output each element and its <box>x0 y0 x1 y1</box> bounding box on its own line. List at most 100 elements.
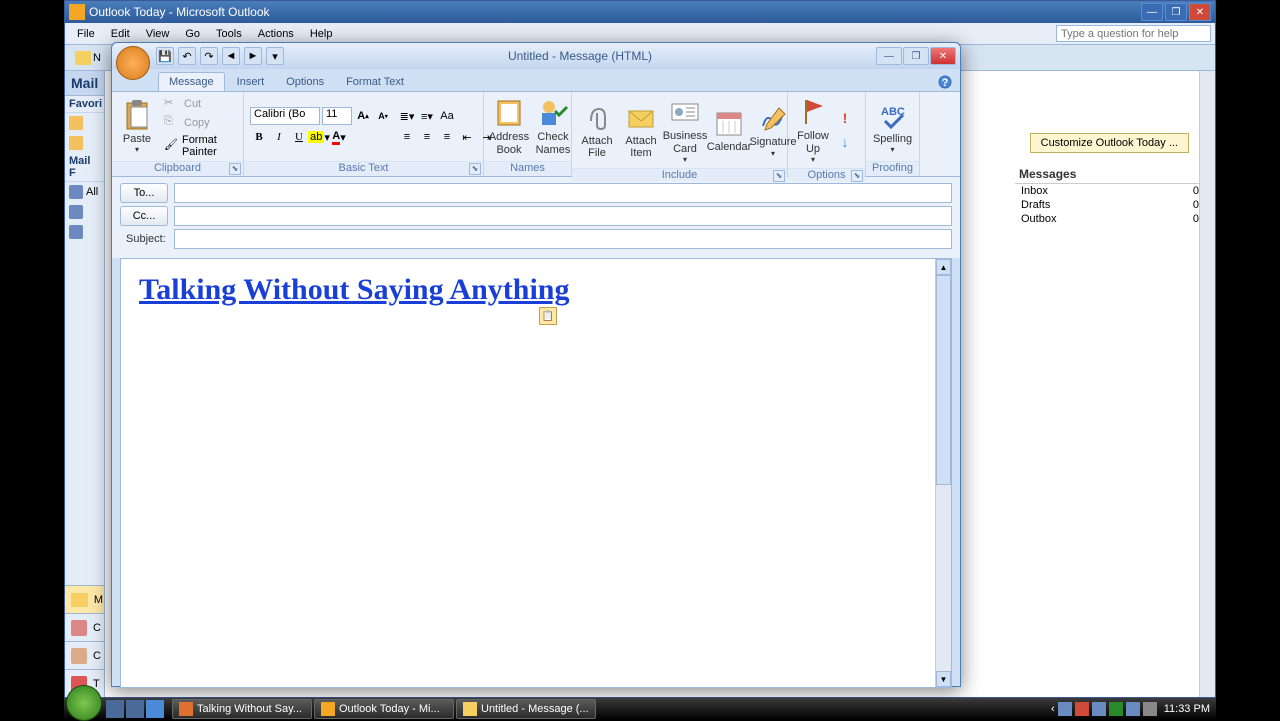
nav-folder-item[interactable] <box>65 222 104 242</box>
new-button[interactable]: N <box>69 49 107 67</box>
taskbar-clock[interactable]: 11:33 PM <box>1164 703 1210 715</box>
menu-tools[interactable]: Tools <box>208 25 250 43</box>
body-scrollbar[interactable]: ▲ ▼ <box>935 259 951 687</box>
clipboard-dialog-launcher[interactable]: ⬊ <box>229 163 241 175</box>
nav-fav-item[interactable] <box>65 133 104 153</box>
options-dialog-launcher[interactable]: ⬊ <box>851 170 863 182</box>
today-scrollbar[interactable] <box>1199 71 1215 697</box>
grow-font-icon[interactable]: A▴ <box>354 107 372 125</box>
font-size-select[interactable]: 11 <box>322 107 352 125</box>
spelling-button[interactable]: ABCSpelling▾ <box>870 97 915 157</box>
cut-button[interactable]: ✂Cut <box>160 95 239 113</box>
tab-insert[interactable]: Insert <box>227 73 275 91</box>
nav-folder-item[interactable] <box>65 202 104 222</box>
nav-favorite-folders[interactable]: Favori <box>65 96 104 113</box>
close-button[interactable]: ✕ <box>1189 3 1211 21</box>
customize-outlook-today-button[interactable]: Customize Outlook Today ... <box>1030 133 1189 153</box>
tab-options[interactable]: Options <box>276 73 334 91</box>
menu-view[interactable]: View <box>138 25 178 43</box>
align-center-icon[interactable]: ≡ <box>418 128 436 146</box>
maximize-button[interactable]: ❐ <box>1165 3 1187 21</box>
address-book-button[interactable]: Address Book <box>488 95 530 158</box>
align-left-icon[interactable]: ≡ <box>398 128 416 146</box>
calendar-button[interactable]: Calendar <box>708 105 750 156</box>
quick-launch-switch-windows-icon[interactable] <box>126 700 144 718</box>
copy-button[interactable]: ⎘Copy <box>160 114 239 132</box>
attach-file-button[interactable]: Attach File <box>576 99 618 162</box>
taskbar-item-outlook[interactable]: Outlook Today - Mi... <box>314 699 454 719</box>
messages-row-outbox[interactable]: Outbox0 <box>1015 212 1205 226</box>
tray-icon[interactable] <box>1109 702 1123 716</box>
low-importance-icon[interactable]: ↓ <box>836 133 854 151</box>
cc-button[interactable]: Cc... <box>120 206 168 226</box>
menu-actions[interactable]: Actions <box>250 25 302 43</box>
nav-all-mail[interactable]: All <box>65 182 104 202</box>
align-right-icon[interactable]: ≡ <box>438 128 456 146</box>
italic-icon[interactable]: I <box>270 128 288 146</box>
qat-prev-icon[interactable]: ◄ <box>222 47 240 65</box>
follow-up-button[interactable]: Follow Up▾ <box>792 94 834 166</box>
qat-undo-icon[interactable]: ↶ <box>178 47 196 65</box>
bold-icon[interactable]: B <box>250 128 268 146</box>
compose-close-button[interactable]: ✕ <box>930 47 956 65</box>
quick-launch-ie-icon[interactable] <box>146 700 164 718</box>
taskbar-item-message[interactable]: Untitled - Message (... <box>456 699 596 719</box>
nav-button-contacts[interactable]: C <box>65 641 105 669</box>
tray-network-icon[interactable] <box>1126 702 1140 716</box>
nav-button-calendar[interactable]: C <box>65 613 105 641</box>
scroll-down-icon[interactable]: ▼ <box>936 671 951 687</box>
clear-format-icon[interactable]: Aa <box>438 107 456 125</box>
underline-icon[interactable]: U <box>290 128 308 146</box>
business-card-button[interactable]: Business Card▾ <box>664 94 706 166</box>
paste-button[interactable]: Paste▾ <box>116 97 158 157</box>
tray-icon[interactable] <box>1075 702 1089 716</box>
menu-help[interactable]: Help <box>302 25 341 43</box>
check-names-button[interactable]: Check Names <box>532 95 574 158</box>
basic-text-dialog-launcher[interactable]: ⬊ <box>469 163 481 175</box>
tray-expand-icon[interactable]: ‹ <box>1051 703 1055 715</box>
pasted-hyperlink-heading[interactable]: Talking Without Saying Anything <box>139 273 570 306</box>
message-body[interactable]: ▲ ▼ Talking Without Saying Anything 📋 <box>120 258 952 688</box>
format-painter-button[interactable]: 🖌Format Painter <box>160 133 239 159</box>
qat-next-icon[interactable]: ► <box>244 47 262 65</box>
tray-volume-icon[interactable] <box>1143 702 1157 716</box>
office-button[interactable] <box>116 46 150 80</box>
scroll-up-icon[interactable]: ▲ <box>936 259 951 275</box>
tab-message[interactable]: Message <box>158 72 225 91</box>
quick-launch-show-desktop-icon[interactable] <box>106 700 124 718</box>
start-button[interactable] <box>66 685 102 721</box>
paste-options-smarttag-icon[interactable]: 📋 <box>539 307 557 325</box>
numbering-icon[interactable]: ≡▾ <box>418 107 436 125</box>
nav-button-mail[interactable]: M <box>65 585 105 613</box>
menu-edit[interactable]: Edit <box>103 25 138 43</box>
help-question-input[interactable] <box>1056 25 1211 42</box>
ribbon-help-icon[interactable]: ? <box>936 73 954 91</box>
qat-customize-icon[interactable]: ▾ <box>266 47 284 65</box>
taskbar-item-firefox[interactable]: Talking Without Say... <box>172 699 312 719</box>
subject-field[interactable] <box>174 229 952 249</box>
bullets-icon[interactable]: ≣▾ <box>398 107 416 125</box>
highlight-icon[interactable]: ab▾ <box>310 128 328 146</box>
to-field[interactable] <box>174 183 952 203</box>
compose-maximize-button[interactable]: ❐ <box>903 47 929 65</box>
qat-save-icon[interactable]: 💾 <box>156 47 174 65</box>
menu-file[interactable]: File <box>69 25 103 43</box>
high-importance-icon[interactable]: ! <box>836 109 854 127</box>
decrease-indent-icon[interactable]: ⇤ <box>458 128 476 146</box>
tab-format-text[interactable]: Format Text <box>336 73 414 91</box>
include-dialog-launcher[interactable]: ⬊ <box>773 170 785 182</box>
qat-redo-icon[interactable]: ↷ <box>200 47 218 65</box>
tray-icon[interactable] <box>1058 702 1072 716</box>
font-family-select[interactable]: Calibri (Bo <box>250 107 320 125</box>
messages-row-inbox[interactable]: Inbox0 <box>1015 184 1205 198</box>
cc-field[interactable] <box>174 206 952 226</box>
font-color-icon[interactable]: A▾ <box>330 128 348 146</box>
tray-icon[interactable] <box>1092 702 1106 716</box>
minimize-button[interactable]: — <box>1141 3 1163 21</box>
messages-row-drafts[interactable]: Drafts0 <box>1015 198 1205 212</box>
compose-minimize-button[interactable]: — <box>876 47 902 65</box>
menu-go[interactable]: Go <box>177 25 208 43</box>
scroll-thumb[interactable] <box>936 275 951 485</box>
shrink-font-icon[interactable]: A▾ <box>374 107 392 125</box>
to-button[interactable]: To... <box>120 183 168 203</box>
